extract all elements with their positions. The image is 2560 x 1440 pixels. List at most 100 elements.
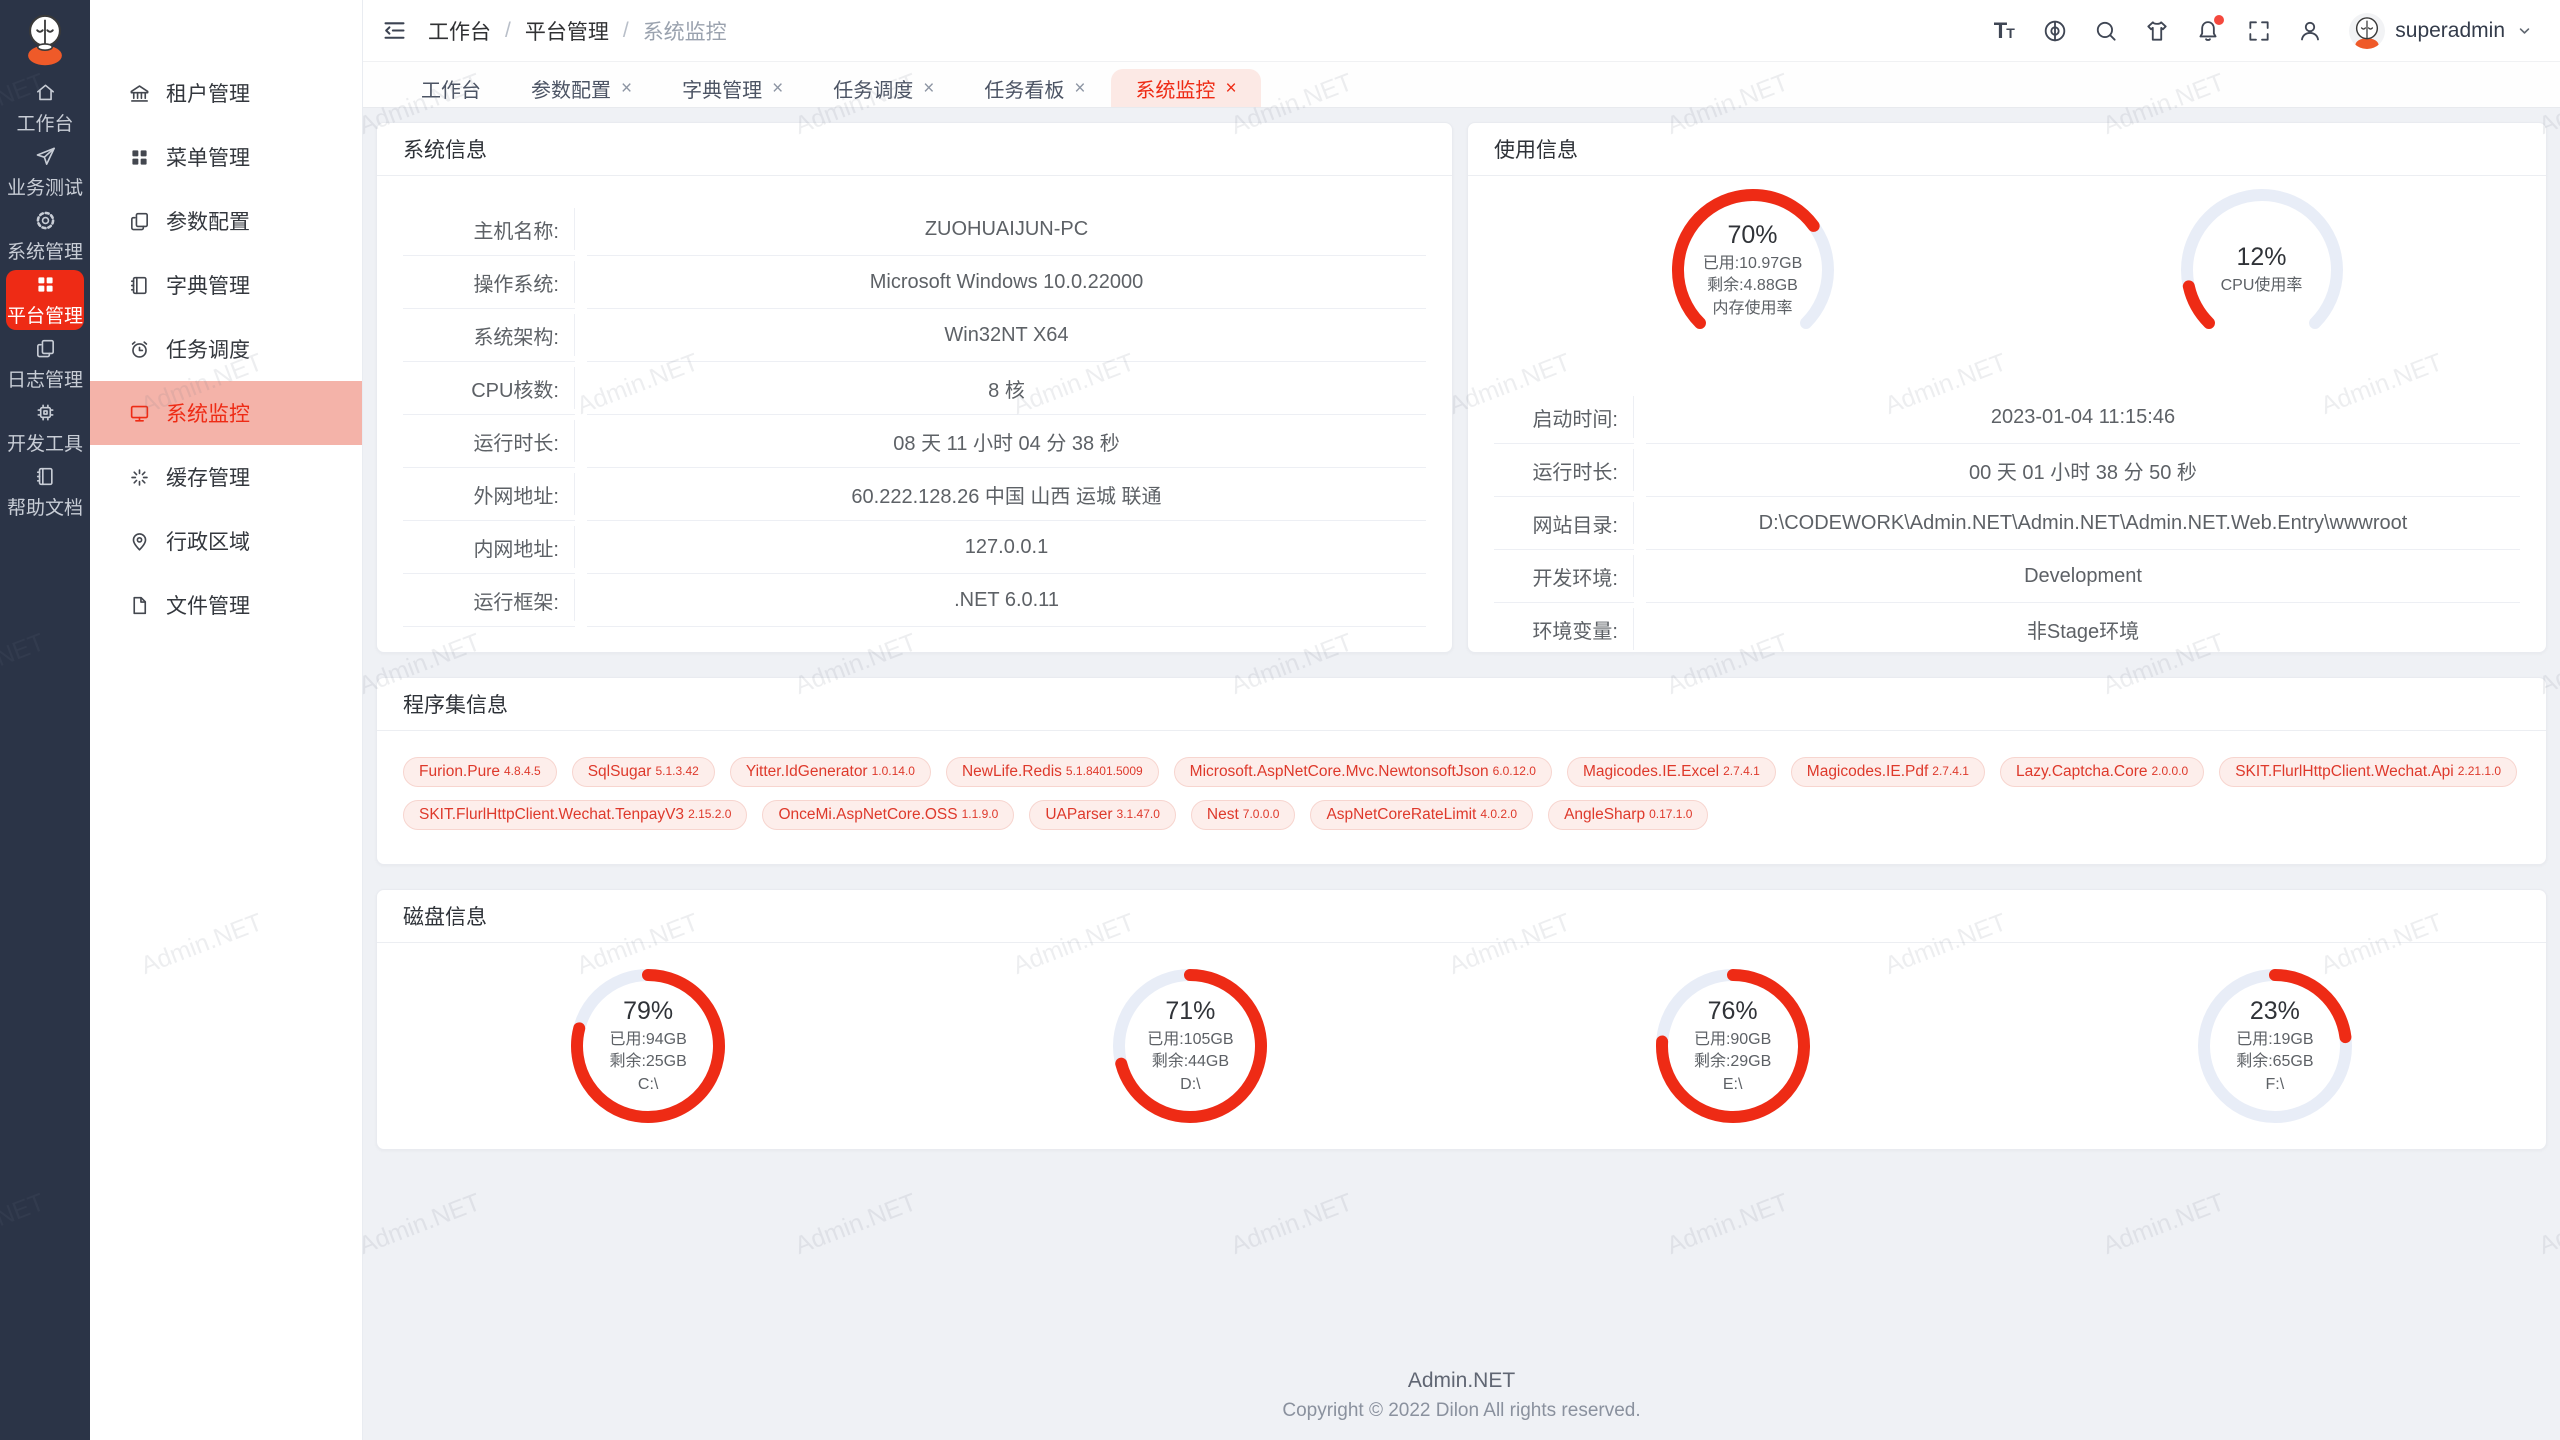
logo-mascot-icon[interactable] xyxy=(19,10,71,68)
rail-item-copy[interactable]: 日志管理 xyxy=(6,334,84,394)
tool-search[interactable] xyxy=(2092,17,2119,44)
breadcrumb-item[interactable]: 工作台 xyxy=(428,16,491,46)
tool-theme[interactable] xyxy=(2143,17,2170,44)
gauge-center: 79% 已用:94GB剩余:25GBC:\ xyxy=(570,968,726,1124)
chip-icon xyxy=(34,401,57,424)
tab-close-icon[interactable]: × xyxy=(1225,79,1236,98)
tab-close-icon[interactable]: × xyxy=(772,79,783,98)
monitor-icon xyxy=(128,402,151,425)
tab-item[interactable]: 任务调度× xyxy=(809,69,958,107)
sidebar-item-loading[interactable]: 缓存管理 xyxy=(90,445,362,509)
assembly-name: Magicodes.IE.Excel xyxy=(1583,763,1719,781)
avatar-mascot-icon xyxy=(2349,13,2385,49)
collapse-menu-icon[interactable] xyxy=(381,17,408,44)
tab-item[interactable]: 工作台 xyxy=(397,69,505,107)
assembly-tag[interactable]: AngleSharp0.17.1.0 xyxy=(1548,800,1708,830)
info-row: 环境变量: 非Stage环境 xyxy=(1494,603,2520,656)
assembly-version: 7.0.0.0 xyxy=(1243,807,1280,821)
info-row: 内网地址: 127.0.0.1 xyxy=(403,521,1426,574)
info-value: 8 核 xyxy=(587,362,1426,415)
rail-item-gear[interactable]: 系统管理 xyxy=(6,206,84,266)
assembly-version: 2.21.1.0 xyxy=(2458,764,2501,778)
info-row: 操作系统: Microsoft Windows 10.0.22000 xyxy=(403,256,1426,309)
rail-item-label: 开发工具 xyxy=(7,429,83,456)
assembly-tag[interactable]: Nest7.0.0.0 xyxy=(1191,800,1296,830)
tab-label: 参数配置 xyxy=(531,74,611,103)
tool-language[interactable] xyxy=(2041,17,2068,44)
assembly-version: 2.7.4.1 xyxy=(1932,764,1969,778)
tab-close-icon[interactable]: × xyxy=(621,79,632,98)
user-menu[interactable]: superadmin xyxy=(2349,13,2534,49)
sidebar-item-book[interactable]: 字典管理 xyxy=(90,253,362,317)
sidebar-item-alarm[interactable]: 任务调度 xyxy=(90,317,362,381)
info-row: CPU核数: 8 核 xyxy=(403,362,1426,415)
assembly-tag[interactable]: Lazy.Captcha.Core2.0.0.0 xyxy=(2000,757,2204,787)
assembly-tag[interactable]: NewLife.Redis5.1.8401.5009 xyxy=(946,757,1159,787)
info-value: 127.0.0.1 xyxy=(587,521,1426,574)
info-value: 00 天 01 小时 38 分 50 秒 xyxy=(1646,444,2520,497)
assembly-name: Lazy.Captcha.Core xyxy=(2016,763,2148,781)
assembly-tag[interactable]: SqlSugar5.1.3.42 xyxy=(572,757,715,787)
rail-item-home[interactable]: 工作台 xyxy=(6,78,84,138)
tab-close-icon[interactable]: × xyxy=(923,79,934,98)
assembly-tag[interactable]: SKIT.FlurlHttpClient.Wechat.TenpayV32.15… xyxy=(403,800,747,830)
sidebar-item-copy[interactable]: 参数配置 xyxy=(90,189,362,253)
assembly-tags: Furion.Pure4.8.4.5 SqlSugar5.1.3.42 Yitter… xyxy=(377,731,2546,856)
top-header: 工作台/平台管理/系统监控 TT superadmin xyxy=(363,0,2560,62)
info-row: 网站目录: D:\CODEWORK\Admin.NET\Admin.NET\Ad… xyxy=(1494,497,2520,550)
info-value: .NET 6.0.11 xyxy=(587,574,1426,627)
rail-item-book[interactable]: 帮助文档 xyxy=(6,462,84,522)
rail-item-chip[interactable]: 开发工具 xyxy=(6,398,84,458)
sidebar-item-doc[interactable]: 文件管理 xyxy=(90,573,362,637)
breadcrumb-item[interactable]: 平台管理 xyxy=(525,16,609,46)
gauge-line: 已用:10.97GB xyxy=(1703,253,1803,275)
sidebar-item-bank[interactable]: 租户管理 xyxy=(90,61,362,125)
tool-font-size[interactable]: TT xyxy=(1990,17,2017,44)
assembly-tag[interactable]: Magicodes.IE.Pdf2.7.4.1 xyxy=(1791,757,1985,787)
assembly-tag[interactable]: Furion.Pure4.8.4.5 xyxy=(403,757,557,787)
assembly-tag[interactable]: SKIT.FlurlHttpClient.Wechat.Api 2.21.1.0 xyxy=(2219,757,2517,787)
assembly-version: 2.15.2.0 xyxy=(688,807,731,821)
bank-icon xyxy=(128,82,151,105)
assembly-tag[interactable]: UAParser3.1.47.0 xyxy=(1029,800,1176,830)
info-label: 外网地址: xyxy=(403,468,575,521)
assembly-name: SKIT.FlurlHttpClient.Wechat.Api xyxy=(2235,763,2454,781)
assembly-tag[interactable]: Microsoft.AspNetCore.Mvc.NewtonsoftJson6… xyxy=(1174,757,1552,787)
assembly-version: 4.0.2.0 xyxy=(1480,807,1517,821)
assembly-version: 5.1.8401.5009 xyxy=(1066,764,1143,778)
tab-item[interactable]: 字典管理× xyxy=(658,69,807,107)
gauge-percent: 12% xyxy=(2236,243,2286,272)
gauge-line: 已用:19GB xyxy=(2236,1029,2313,1051)
gauge-line: CPU使用率 xyxy=(2221,275,2303,297)
gauge-percent: 70% xyxy=(1727,221,1777,250)
info-label: 网站目录: xyxy=(1494,497,1634,550)
tool-notification[interactable] xyxy=(2194,17,2221,44)
tab-label: 工作台 xyxy=(421,74,481,103)
gauge-line: 已用:105GB xyxy=(1147,1029,1233,1051)
rail-item-grid[interactable]: 平台管理 xyxy=(6,270,84,330)
assembly-tag[interactable]: Magicodes.IE.Excel2.7.4.1 xyxy=(1567,757,1776,787)
tab-item[interactable]: 系统监控× xyxy=(1111,69,1260,107)
tab-item[interactable]: 任务看板× xyxy=(960,69,1109,107)
assembly-tag[interactable]: OnceMi.AspNetCore.OSS1.1.9.0 xyxy=(762,800,1014,830)
breadcrumb-separator: / xyxy=(505,19,511,43)
page-footer: Admin.NET Copyright © 2022 Dilon All rig… xyxy=(376,1369,2547,1440)
assembly-name: OnceMi.AspNetCore.OSS xyxy=(778,806,957,824)
chevron-down-icon xyxy=(2515,21,2534,40)
sidebar-item-grid[interactable]: 菜单管理 xyxy=(90,125,362,189)
assembly-version: 4.8.4.5 xyxy=(504,764,541,778)
tool-fullscreen[interactable] xyxy=(2245,17,2272,44)
send-icon xyxy=(34,145,57,168)
rail-item-send[interactable]: 业务测试 xyxy=(6,142,84,202)
sidebar-item-monitor[interactable]: 系统监控 xyxy=(90,381,362,445)
info-row: 运行时长: 00 天 01 小时 38 分 50 秒 xyxy=(1494,444,2520,497)
tab-item[interactable]: 参数配置 × xyxy=(507,69,656,107)
breadcrumb: 工作台/平台管理/系统监控 xyxy=(428,16,727,46)
assembly-tag[interactable]: Yitter.IdGenerator1.0.14.0 xyxy=(730,757,931,787)
tab-close-icon[interactable]: × xyxy=(1074,79,1085,98)
assembly-tag[interactable]: AspNetCoreRateLimit4.0.2.0 xyxy=(1310,800,1533,830)
book-icon xyxy=(128,274,151,297)
tool-user[interactable] xyxy=(2296,17,2323,44)
sidebar-item-location[interactable]: 行政区域 xyxy=(90,509,362,573)
assembly-version: 0.17.1.0 xyxy=(1649,807,1692,821)
